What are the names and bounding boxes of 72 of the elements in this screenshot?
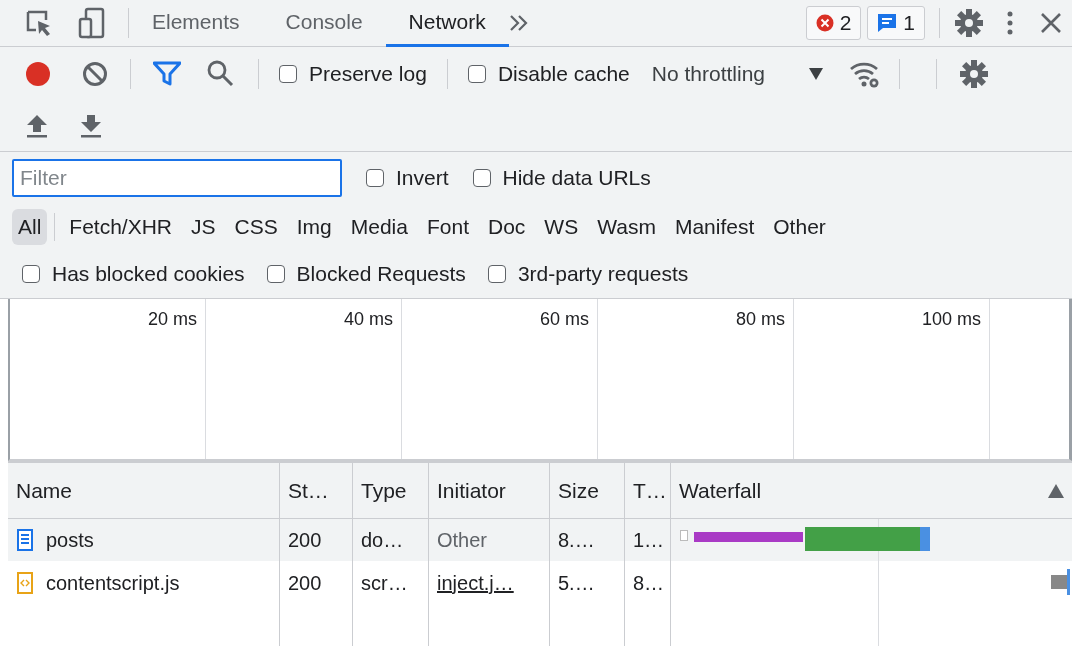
type-filter-button[interactable]: Media xyxy=(344,209,414,245)
checkbox[interactable] xyxy=(279,64,297,83)
column-header[interactable]: Name xyxy=(16,478,73,503)
type-filter-button[interactable]: WS xyxy=(538,209,585,245)
size-cell: 8.… xyxy=(558,528,595,552)
timeline-tick-label: 40 ms xyxy=(343,309,393,331)
panel-tab[interactable]: Console xyxy=(262,0,386,47)
checkbox[interactable] xyxy=(472,169,491,187)
type-filter-button[interactable]: All xyxy=(12,209,48,245)
timeline-tick-label: 20 ms xyxy=(147,309,197,331)
clear-icon[interactable] xyxy=(82,60,108,87)
error-icon xyxy=(815,14,834,32)
download-icon[interactable] xyxy=(80,113,102,138)
type-cell: scr… xyxy=(361,571,408,595)
waterfall-timing-drawing xyxy=(1051,569,1070,595)
initiator-text: Other xyxy=(437,528,488,552)
type-filter-button[interactable]: CSS xyxy=(228,209,284,245)
type-filter-button[interactable]: Wasm xyxy=(591,209,662,245)
checkbox[interactable] xyxy=(467,64,486,83)
more-tabs-icon[interactable] xyxy=(508,13,529,33)
checkbox-label: 3rd-party requests xyxy=(517,262,689,286)
checkbox[interactable] xyxy=(366,169,384,187)
throttling-dropdown[interactable]: No throttling xyxy=(651,61,824,86)
settings-icon[interactable] xyxy=(959,58,990,89)
search-icon[interactable] xyxy=(207,60,234,87)
checkbox-label: Preserve log xyxy=(309,61,427,86)
initiator-link[interactable]: inject.j… xyxy=(437,571,514,595)
status-cell: 200 xyxy=(288,528,322,552)
checkbox-label: Has blocked cookies xyxy=(52,262,245,286)
error-count-button[interactable]: 2 xyxy=(805,6,862,40)
type-filter-button[interactable]: Fetch/XHR xyxy=(63,209,179,245)
timeline-tick-label: 100 ms xyxy=(921,309,981,331)
message-count-button[interactable]: 1 xyxy=(867,6,925,40)
type-cell: do… xyxy=(361,528,404,552)
document-file-icon xyxy=(16,529,34,551)
time-cell: 1… xyxy=(633,528,665,552)
panel-tab[interactable]: Elements xyxy=(129,0,263,47)
upload-icon[interactable] xyxy=(26,113,48,138)
checkbox-label: Blocked Requests xyxy=(296,262,466,286)
table-row[interactable]: posts 200 do… Other 8.… 1… xyxy=(8,519,1072,561)
dropdown-arrow-icon xyxy=(809,67,824,80)
checkbox-label: Hide data URLs xyxy=(502,166,651,190)
timeline-tick-label: 60 ms xyxy=(539,309,589,331)
sort-ascending-icon[interactable] xyxy=(1048,483,1064,498)
device-toolbar-icon[interactable] xyxy=(78,7,106,39)
time-cell: 8… xyxy=(633,571,665,595)
table-row[interactable]: contentscript.js 200 scr… inject.j… 5.… 8… xyxy=(8,561,1072,605)
filter-icon[interactable] xyxy=(153,60,181,87)
close-icon[interactable] xyxy=(1040,12,1062,34)
type-filter-button[interactable]: Font xyxy=(420,209,475,245)
message-icon xyxy=(877,13,898,33)
checkbox[interactable] xyxy=(22,265,40,283)
size-cell: 5.… xyxy=(558,571,595,595)
timeline-tick-label: 80 ms xyxy=(735,309,785,331)
checkbox[interactable] xyxy=(266,265,285,283)
checkbox-label: Disable cache xyxy=(497,61,630,86)
request-name[interactable]: contentscript.js xyxy=(46,571,180,595)
more-options-icon[interactable] xyxy=(1006,10,1014,36)
checkbox-label: Invert xyxy=(396,166,449,190)
type-filter-button[interactable]: Img xyxy=(290,209,338,245)
checkbox[interactable] xyxy=(487,265,506,283)
column-header[interactable]: Waterfall xyxy=(679,478,762,503)
type-filter-button[interactable]: Manifest xyxy=(668,209,761,245)
status-cell: 200 xyxy=(288,571,322,595)
type-filter-button[interactable]: JS xyxy=(185,209,222,245)
request-name[interactable]: posts xyxy=(46,528,94,552)
settings-icon[interactable] xyxy=(954,8,984,38)
filter-input[interactable]: Filter xyxy=(12,159,342,197)
type-filter-button[interactable]: Doc xyxy=(482,209,532,245)
type-filter-button[interactable]: Other xyxy=(767,209,832,245)
script-file-icon xyxy=(16,572,34,594)
record-button-icon[interactable] xyxy=(24,59,52,88)
